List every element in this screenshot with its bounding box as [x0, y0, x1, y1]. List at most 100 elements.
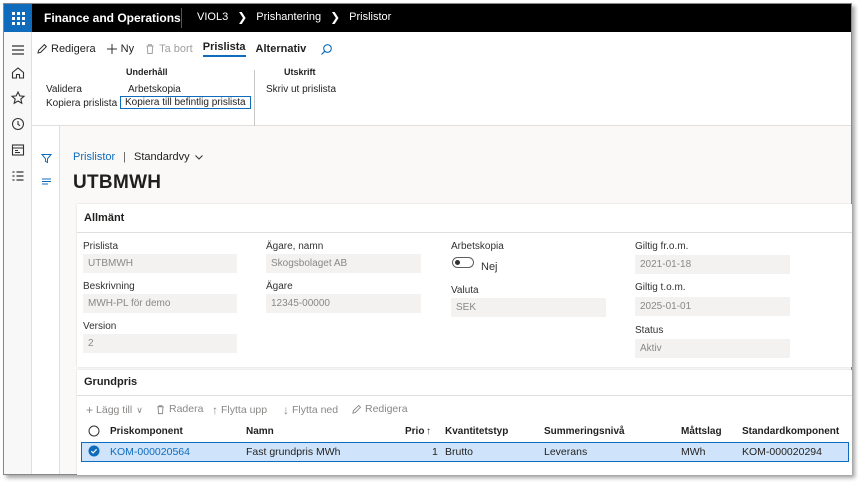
status-field[interactable]: Aktiv: [635, 339, 790, 358]
agare-namn-field[interactable]: Skogsbolaget AB: [266, 254, 421, 273]
app-launcher-button[interactable]: [4, 4, 32, 32]
chevron-down-icon: ∨: [136, 404, 143, 415]
grid-edit-label: Redigera: [365, 403, 408, 415]
grid-move-down-label: Flytta ned: [292, 404, 339, 416]
trash-icon: [146, 44, 154, 54]
list-view-icon[interactable]: [41, 176, 52, 187]
column-header-priskomponent[interactable]: Priskomponent: [110, 426, 183, 437]
grid-add-label: Lägg till: [96, 404, 133, 416]
cell-priskomponent[interactable]: KOM-000020564: [110, 446, 190, 458]
version-field[interactable]: 2: [83, 334, 237, 353]
chevron-right-icon: ❯: [237, 10, 248, 24]
action-pane-toolbar: Redigera Ny Ta bort Prislista Alternativ: [36, 40, 333, 58]
giltig-from-field[interactable]: 2021-01-18: [635, 255, 790, 274]
hamburger-menu-icon[interactable]: [10, 42, 26, 58]
modules-list-icon[interactable]: [10, 168, 26, 184]
column-header-prio[interactable]: Prio: [405, 426, 424, 437]
prislista-label: Prislista: [83, 241, 119, 252]
filter-strip: [32, 126, 60, 474]
arrow-down-icon: ↓: [283, 403, 289, 417]
grid-move-up-button[interactable]: ↑ Flytta upp: [212, 403, 267, 417]
column-header-summeringsniva[interactable]: Summeringsnivå: [544, 426, 625, 437]
filter-icon[interactable]: [41, 153, 52, 164]
chevron-right-icon: ❯: [330, 10, 341, 24]
valuta-label: Valuta: [451, 285, 479, 296]
waffle-icon: [11, 11, 25, 25]
arrow-up-icon: ↑: [212, 403, 218, 417]
new-button[interactable]: Ny: [106, 43, 134, 55]
grid-delete-button[interactable]: Radera: [155, 403, 203, 415]
select-all-checkbox[interactable]: [88, 425, 100, 437]
section-divider: [77, 395, 852, 396]
delete-button[interactable]: Ta bort: [144, 43, 193, 55]
arbetskopia-toggle[interactable]: [452, 257, 474, 268]
topbar-divider: [181, 8, 182, 28]
grundpris-section-header[interactable]: Grundpris: [84, 376, 137, 388]
work-copy-button[interactable]: Arbetskopia: [128, 84, 181, 95]
cell-summeringsniva: Leverans: [544, 446, 588, 458]
home-icon[interactable]: [10, 65, 26, 81]
sort-ascending-icon: ↑: [426, 426, 431, 437]
cell-namn: Fast grundpris MWh: [246, 446, 341, 458]
grid-move-up-label: Flytta upp: [221, 404, 268, 416]
plus-icon: +: [86, 403, 94, 417]
cell-kvantitetstyp: Brutto: [445, 446, 474, 458]
clock-icon[interactable]: [10, 116, 26, 132]
column-header-mattslag[interactable]: Måttslag: [681, 426, 722, 437]
breadcrumb: VIOL3 ❯ Prishantering ❯ Prislistor: [197, 11, 391, 23]
grid-move-down-button[interactable]: ↓ Flytta ned: [283, 403, 338, 417]
page-title: UTBMWH: [73, 172, 162, 193]
copy-to-existing-button[interactable]: Kopiera till befintlig prislista: [120, 96, 251, 109]
column-header-namn[interactable]: Namn: [246, 426, 274, 437]
pencil-icon: [37, 43, 48, 54]
group-title-print: Utskrift: [284, 67, 316, 77]
cell-prio: 1: [432, 446, 438, 458]
valuta-field[interactable]: SEK: [451, 298, 606, 317]
version-label: Version: [83, 321, 117, 332]
grid-edit-button[interactable]: Redigera: [351, 403, 408, 415]
breadcrumb-module[interactable]: Prishantering: [256, 11, 321, 23]
row-checked-icon[interactable]: [88, 445, 100, 457]
grid-add-button[interactable]: + Lägg till ∨: [86, 403, 143, 417]
giltig-tom-field[interactable]: 2025-01-01: [635, 297, 790, 316]
beskrivning-label: Beskrivning: [83, 281, 135, 292]
view-selector[interactable]: Standardvy: [134, 151, 190, 163]
prislistor-link[interactable]: Prislistor: [73, 151, 115, 163]
beskrivning-field[interactable]: MWH-PL för demo: [83, 294, 237, 313]
copy-pricelist-button[interactable]: Kopiera prislista: [46, 98, 117, 109]
group-title-maintenance: Underhåll: [126, 67, 168, 77]
star-icon[interactable]: [10, 90, 26, 106]
page-breadcrumb: Prislistor | Standardvy: [73, 151, 204, 163]
new-button-label: Ny: [120, 43, 135, 55]
top-bar: Finance and Operations VIOL3 ❯ Prishante…: [4, 4, 851, 32]
validate-button[interactable]: Validera: [46, 84, 82, 95]
left-nav: [4, 32, 32, 474]
plus-icon: [106, 44, 117, 54]
general-section-header[interactable]: Allmänt: [84, 212, 124, 224]
breadcrumb-company[interactable]: VIOL3: [197, 11, 228, 23]
edit-button[interactable]: Redigera: [36, 43, 96, 55]
tab-alternativ[interactable]: Alternativ: [256, 43, 307, 55]
arbetskopia-label: Arbetskopia: [451, 241, 504, 252]
agare-label: Ägare: [266, 281, 293, 292]
breadcrumb-page[interactable]: Prislistor: [349, 11, 391, 23]
trash-icon: [157, 404, 164, 414]
chevron-down-icon[interactable]: [194, 152, 204, 162]
app-title[interactable]: Finance and Operations: [44, 11, 181, 25]
action-pane: Redigera Ny Ta bort Prislista Alternativ…: [32, 32, 851, 126]
agare-field[interactable]: 12345-00000: [266, 294, 421, 313]
grid-delete-label: Radera: [169, 403, 204, 415]
search-icon[interactable]: [320, 43, 333, 56]
giltig-from-label: Giltig fr.o.m.: [635, 241, 689, 252]
print-pricelist-button[interactable]: Skriv ut prislista: [266, 84, 336, 95]
giltig-tom-label: Giltig t.o.m.: [635, 282, 686, 293]
column-header-kvantitetstyp[interactable]: Kvantitetstyp: [445, 426, 508, 437]
agare-namn-label: Ägare, namn: [266, 241, 324, 252]
breadcrumb-separator: |: [123, 151, 127, 163]
column-header-standardkomponent[interactable]: Standardkomponent: [742, 426, 839, 437]
delete-button-label: Ta bort: [159, 43, 193, 55]
prislista-field[interactable]: UTBMWH: [83, 254, 237, 273]
tab-prislista[interactable]: Prislista: [202, 41, 246, 57]
workspace-icon[interactable]: [10, 142, 26, 158]
section-divider: [77, 232, 852, 233]
